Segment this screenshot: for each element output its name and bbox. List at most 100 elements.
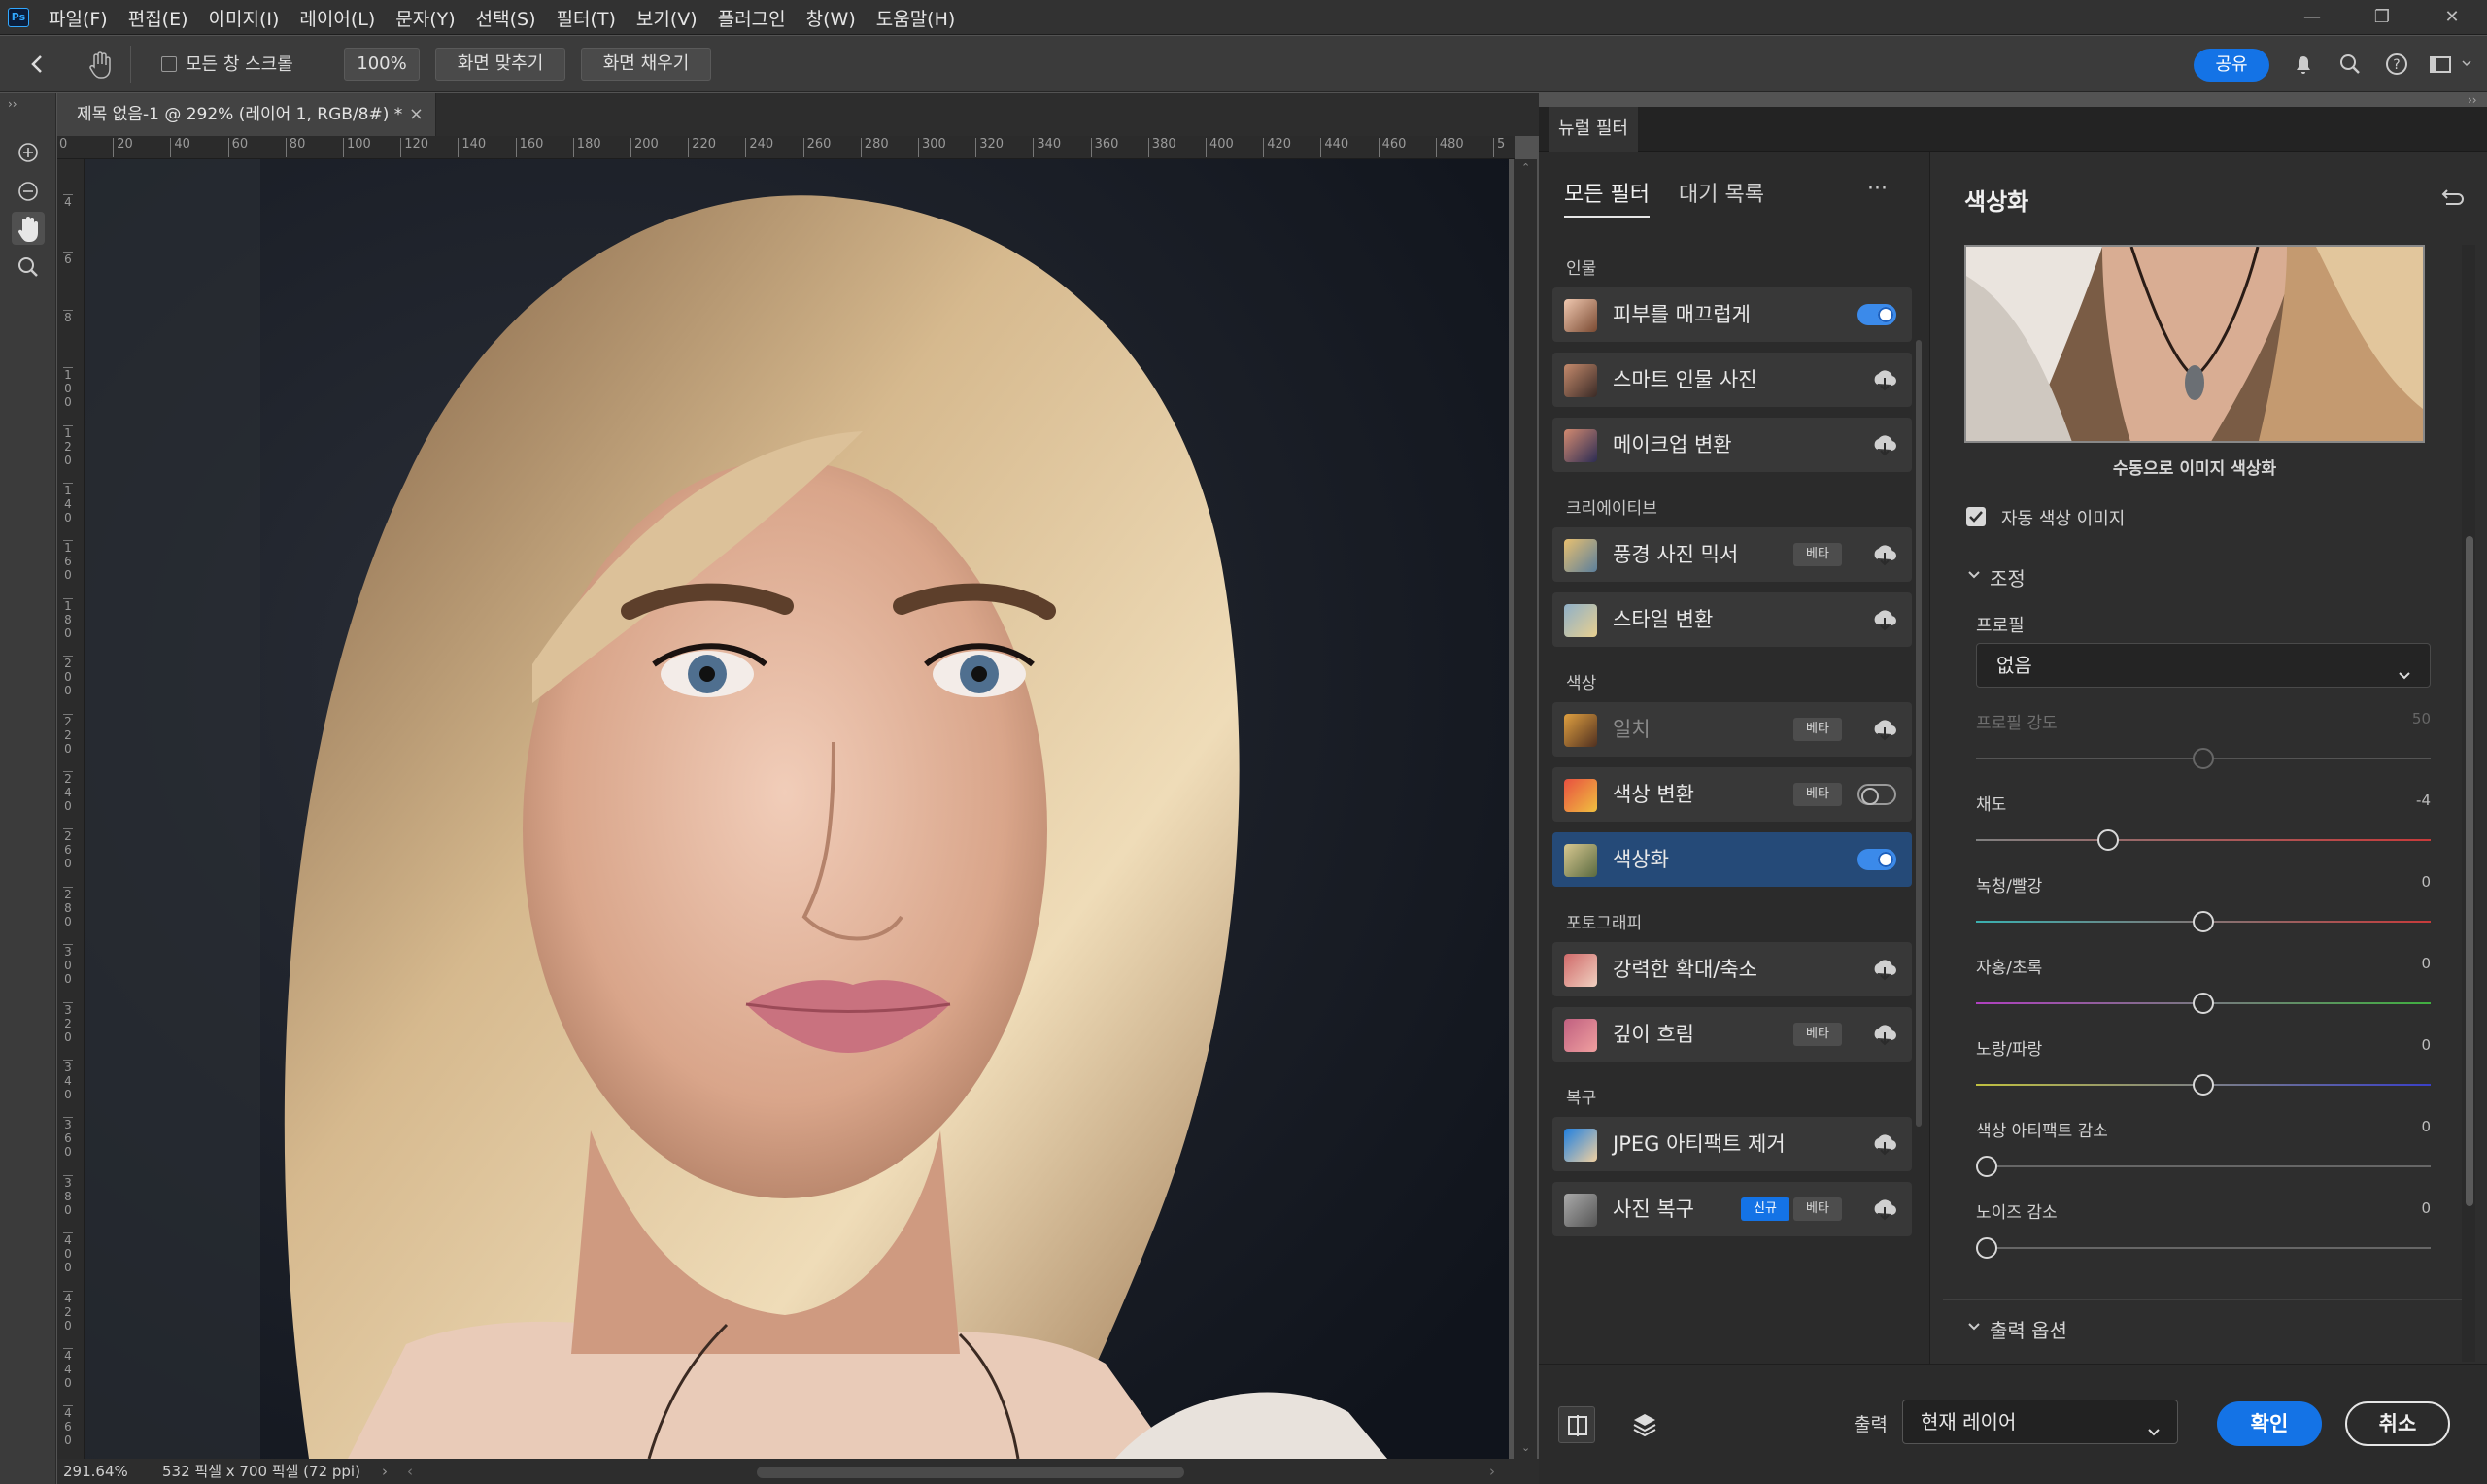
share-button[interactable]: 공유	[2194, 49, 2269, 82]
filter-row[interactable]: 강력한 확대/축소	[1552, 942, 1912, 996]
before-after-icon[interactable]	[1558, 1406, 1595, 1443]
cloud-download-icon[interactable]	[1871, 606, 1898, 633]
canvas-vertical-scrollbar[interactable]: ⌃ ⌄	[1514, 159, 1537, 1461]
menu-item[interactable]: 편집(E)	[128, 5, 188, 31]
filter-list-scrollbar[interactable]	[1916, 340, 1922, 1127]
search-icon[interactable]	[2335, 50, 2365, 79]
cloud-download-icon[interactable]	[1871, 541, 1898, 568]
restore-icon[interactable]: ❐	[2370, 6, 2394, 29]
menu-item[interactable]: 선택(S)	[476, 5, 536, 31]
zoom-tool-icon[interactable]	[12, 251, 45, 284]
profile-select[interactable]: 없음	[1976, 643, 2431, 688]
hand-tool-icon[interactable]	[12, 212, 45, 245]
subtract-selection-tool-icon[interactable]	[12, 175, 45, 208]
slider-knob[interactable]	[1976, 1237, 1997, 1259]
filter-row[interactable]: 사진 복구 신규 베타	[1552, 1182, 1912, 1236]
preview-image[interactable]	[1964, 245, 2425, 443]
layers-icon[interactable]	[1626, 1406, 1663, 1443]
workspace-dropdown-icon[interactable]	[2460, 55, 2473, 69]
tab-all-filters[interactable]: 모든 필터	[1564, 181, 1650, 210]
horizontal-scrollbar-thumb[interactable]	[757, 1467, 1184, 1478]
cloud-download-icon[interactable]	[1871, 956, 1898, 983]
panel-title-tab[interactable]: 뉴럴 필터	[1549, 107, 1638, 152]
tab-wait-list[interactable]: 대기 목록	[1679, 181, 1764, 210]
ruler-tick-label: 120	[63, 424, 73, 467]
cloud-download-icon[interactable]	[1871, 1196, 1898, 1223]
panel-collapse-icon[interactable]: ››	[2468, 93, 2477, 107]
ruler-tick-label: 420	[63, 1290, 73, 1332]
filter-row[interactable]: 색상화	[1552, 832, 1912, 887]
vertical-ruler: 4 6 8 100 120 140 160 180 200 220 240 260 280 300 320 3…	[57, 159, 85, 1461]
settings-scrollbar-thumb[interactable]	[2466, 536, 2473, 1206]
output-options-title[interactable]: 출력 옵션	[1990, 1315, 2067, 1343]
filter-row[interactable]: 풍경 사진 믹서 베타	[1552, 527, 1912, 582]
slider-label: 노랑/파랑	[1976, 1040, 2043, 1060]
hand-tool-icon[interactable]	[85, 48, 115, 81]
ruler-tick-label: 220	[688, 138, 716, 157]
minimize-icon[interactable]: —	[2300, 6, 2324, 29]
add-selection-tool-icon[interactable]	[12, 136, 45, 169]
status-more-icon[interactable]: ›	[382, 1459, 388, 1484]
scroll-left-icon[interactable]: ‹	[407, 1459, 413, 1484]
workspace-icon[interactable]	[2426, 50, 2455, 79]
menu-item[interactable]: 파일(F)	[49, 5, 108, 31]
slider-track[interactable]	[1976, 1165, 2431, 1167]
cloud-download-icon[interactable]	[1871, 1130, 1898, 1158]
filter-row[interactable]: 피부를 매끄럽게	[1552, 287, 1912, 342]
menu-item[interactable]: 문자(Y)	[395, 5, 455, 31]
menu-item[interactable]: 창(W)	[806, 5, 856, 31]
document-canvas[interactable]	[85, 159, 1509, 1459]
close-icon[interactable]: ✕	[2440, 6, 2464, 29]
help-icon[interactable]: ?	[2382, 50, 2411, 79]
filter-row[interactable]: 일치 베타	[1552, 702, 1912, 757]
more-options-icon[interactable]: ···	[1867, 177, 1888, 201]
menu-item[interactable]: 도움말(H)	[876, 5, 956, 31]
slider-knob[interactable]	[2193, 1074, 2214, 1096]
slider-track[interactable]	[1976, 839, 2431, 841]
cloud-download-icon[interactable]	[1871, 716, 1898, 743]
zoom-readout[interactable]: 291.64%	[63, 1459, 128, 1484]
slider-knob[interactable]	[1976, 1156, 1997, 1177]
output-select[interactable]: 현재 레이어	[1902, 1400, 2178, 1444]
auto-color-checkbox[interactable]	[1966, 507, 1986, 526]
cloud-download-icon[interactable]	[1871, 366, 1898, 393]
slider-track[interactable]	[1976, 1247, 2431, 1249]
document-tab[interactable]: 제목 없음-1 @ 292% (레이어 1, RGB/8#) * ×	[57, 93, 436, 136]
cancel-button[interactable]: 취소	[2345, 1401, 2450, 1446]
filter-row[interactable]: 깊이 흐림 베타	[1552, 1007, 1912, 1062]
ok-button[interactable]: 확인	[2217, 1401, 2322, 1446]
cloud-download-icon[interactable]	[1871, 1021, 1898, 1048]
close-tab-icon[interactable]: ×	[409, 93, 424, 136]
bell-icon[interactable]	[2289, 50, 2318, 79]
collapse-icon[interactable]: ››	[8, 97, 17, 111]
filter-row[interactable]: 색상 변환 베타	[1552, 767, 1912, 822]
menu-item[interactable]: 이미지(I)	[209, 5, 280, 31]
menu-item[interactable]: 플러그인	[718, 5, 786, 31]
adjust-collapse-icon[interactable]	[1966, 567, 1982, 587]
back-arrow-icon[interactable]	[27, 50, 47, 79]
slider-knob[interactable]	[2193, 993, 2214, 1014]
slider-knob[interactable]	[2096, 829, 2119, 851]
menu-item[interactable]: 보기(V)	[636, 5, 698, 31]
output-options-expand-icon[interactable]	[1966, 1319, 1982, 1338]
scroll-right-icon[interactable]: ›	[1489, 1459, 1495, 1484]
filter-toggle-off[interactable]	[1857, 784, 1896, 805]
fill-screen-button[interactable]: 화면 채우기	[581, 48, 711, 81]
filter-row[interactable]: JPEG 아티팩트 제거	[1552, 1117, 1912, 1171]
scroll-all-windows-checkbox[interactable]	[161, 56, 177, 72]
slider-knob[interactable]	[2193, 911, 2214, 932]
menu-item[interactable]: 필터(T)	[557, 5, 616, 31]
reset-icon[interactable]	[2436, 185, 2466, 212]
filter-row[interactable]: 메이크업 변환	[1552, 418, 1912, 472]
filter-toggle-on[interactable]	[1857, 849, 1896, 870]
filter-category-label: 크리에이티브	[1566, 499, 1657, 519]
menu-item[interactable]: 레이어(L)	[299, 5, 375, 31]
cloud-download-icon[interactable]	[1871, 431, 1898, 458]
filter-row[interactable]: 스타일 변환	[1552, 592, 1912, 647]
filter-row[interactable]: 스마트 인물 사진	[1552, 353, 1912, 407]
adjust-section-title[interactable]: 조정	[1990, 563, 2026, 591]
filter-toggle-on[interactable]	[1857, 304, 1896, 325]
filter-category-label: 복구	[1566, 1089, 1597, 1108]
fit-screen-button[interactable]: 화면 맞추기	[435, 48, 565, 81]
zoom-100-button[interactable]: 100%	[344, 48, 420, 81]
